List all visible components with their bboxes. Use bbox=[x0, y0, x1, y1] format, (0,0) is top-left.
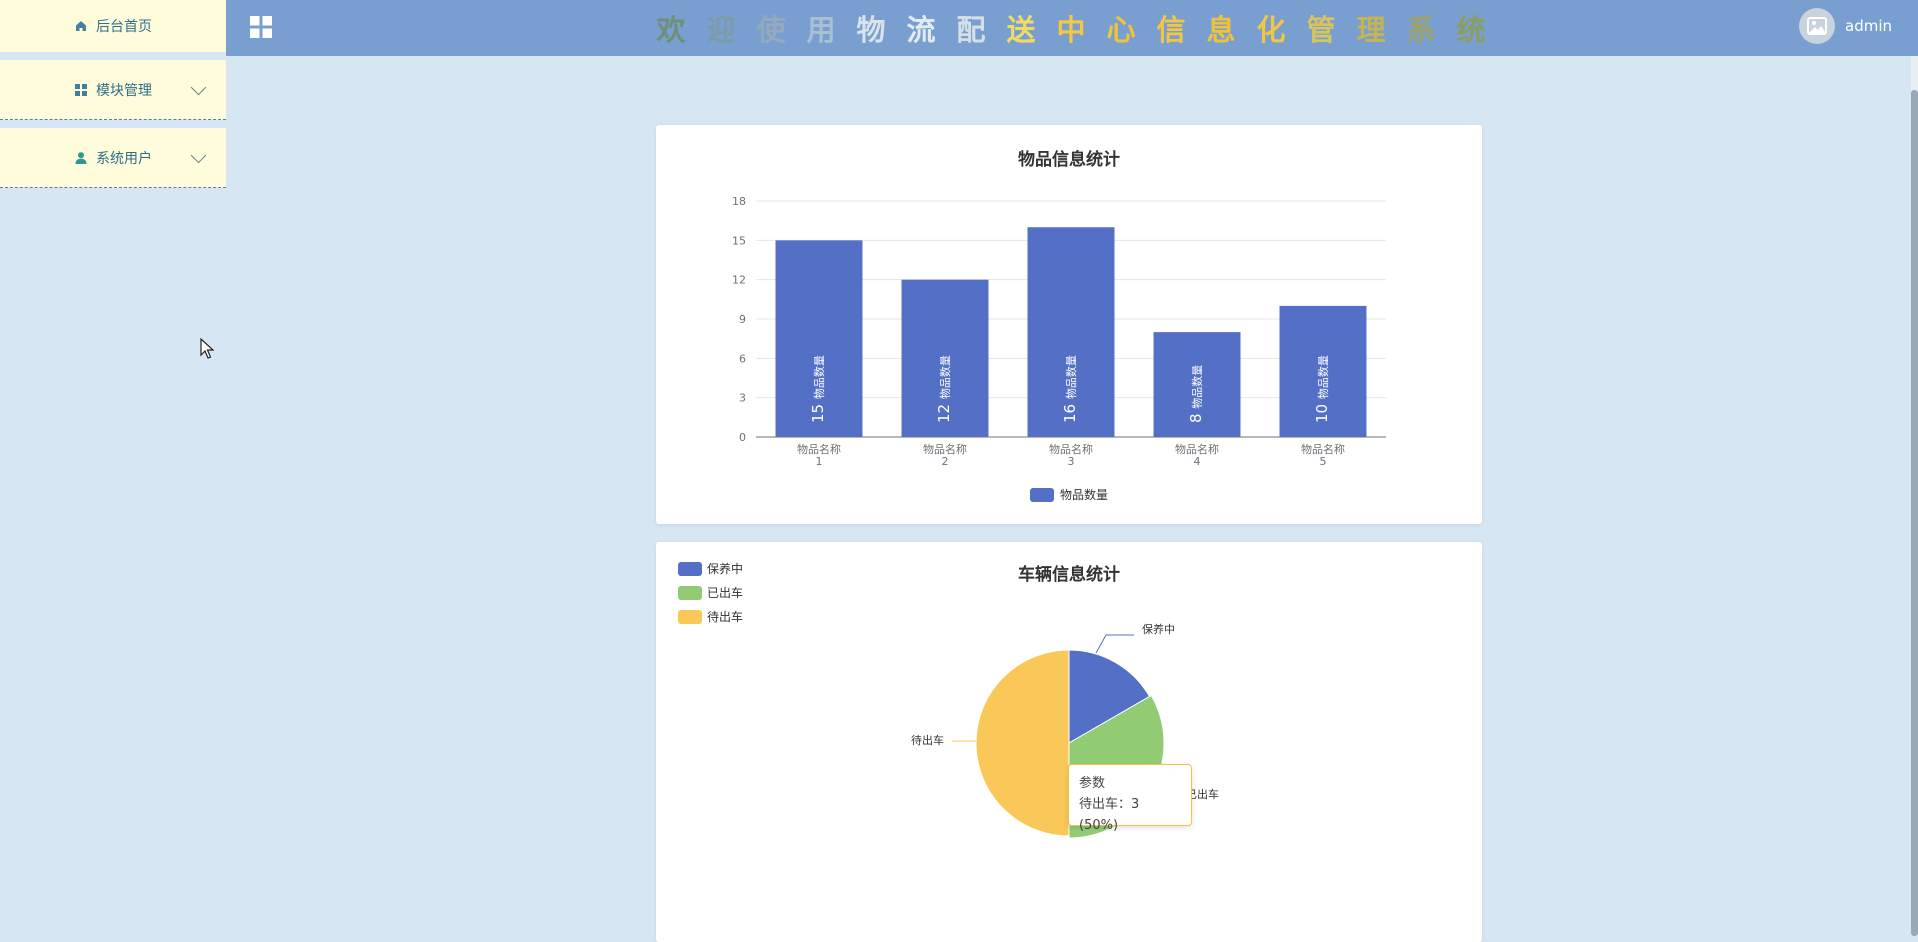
title-char: 理 bbox=[1356, 13, 1386, 47]
title-char: 迎 bbox=[706, 13, 736, 47]
sidebar-item-label: 系统用户 bbox=[96, 150, 152, 167]
title-char: 送 bbox=[1006, 13, 1036, 47]
y-tick-label: 0 bbox=[739, 431, 746, 444]
avatar[interactable] bbox=[1799, 8, 1835, 44]
title-char: 系 bbox=[1406, 13, 1436, 47]
legend-swatch bbox=[678, 610, 702, 624]
chevron-down-icon bbox=[190, 79, 207, 95]
pie-chart-card: 车辆信息统计 保养中 已出车 待出车 保养中 已出车 待出车 bbox=[656, 542, 1482, 942]
sidebar-item-module-management[interactable]: 模块管理 bbox=[0, 60, 226, 120]
x-tick-label: 物品名称 2 bbox=[923, 442, 967, 468]
title-char: 流 bbox=[906, 13, 936, 47]
tooltip-title: 参数 bbox=[1079, 776, 1106, 791]
sidebar-item-home[interactable]: 后台首页 bbox=[0, 0, 226, 52]
title-char: 心 bbox=[1106, 13, 1136, 47]
y-tick-label: 3 bbox=[739, 392, 746, 405]
chevron-down-icon bbox=[190, 147, 207, 163]
bar-chart: 036912151815 物品数量物品名称 112 物品数量物品名称 216 物品数… bbox=[732, 195, 1386, 502]
x-tick-label: 物品名称 4 bbox=[1175, 442, 1219, 468]
top-header: 欢迎使用物流配送中心信息化管理系统 admin bbox=[226, 0, 1918, 56]
legend-swatch bbox=[678, 586, 702, 600]
user-menu[interactable]: admin bbox=[1799, 8, 1892, 44]
mouse-cursor-icon bbox=[200, 338, 215, 359]
y-tick-label: 12 bbox=[732, 274, 746, 287]
user-icon bbox=[75, 151, 87, 164]
y-tick-label: 9 bbox=[739, 313, 746, 326]
bar-chart-card: 物品信息统计 0 3 6 9 12 15 18 15 物品数量 物品名称 1 12 物品数量 物品名称… bbox=[656, 125, 1482, 524]
pie-label-line bbox=[1095, 634, 1134, 654]
chart-tooltip: 参数 待出车：3 (50%) bbox=[1068, 764, 1192, 833]
title-char: 物 bbox=[856, 13, 886, 47]
home-icon bbox=[76, 21, 86, 31]
title-char: 使 bbox=[756, 13, 786, 47]
pie-slice-label: 待出车 bbox=[911, 733, 944, 747]
scrollbar-thumb[interactable] bbox=[1911, 90, 1918, 936]
tooltip-text: 待出车：3 (50%) bbox=[1079, 797, 1140, 833]
x-tick-label: 物品名称 1 bbox=[797, 442, 841, 468]
pie-slice bbox=[975, 649, 1070, 837]
title-char: 管 bbox=[1306, 13, 1336, 47]
legend-label: 已出车 bbox=[707, 585, 743, 600]
page-title: 欢迎使用物流配送中心信息化管理系统 bbox=[646, 6, 1496, 50]
title-char: 用 bbox=[806, 13, 836, 47]
pie-slice-label: 保养中 bbox=[1142, 622, 1175, 636]
legend-swatch bbox=[1030, 488, 1054, 502]
title-char: 配 bbox=[956, 13, 986, 47]
x-tick-label: 物品名称 3 bbox=[1049, 442, 1093, 468]
menu-toggle-icon[interactable] bbox=[249, 15, 273, 39]
image-icon bbox=[1807, 17, 1827, 35]
pie-chart: 保养中已出车待出车保养中已出车待出车 bbox=[678, 561, 1219, 839]
sidebar-item-label: 模块管理 bbox=[96, 82, 152, 99]
sidebar-item-label: 后台首页 bbox=[96, 19, 152, 35]
title-char: 化 bbox=[1256, 13, 1286, 47]
y-tick-label: 15 bbox=[732, 234, 746, 247]
legend-label: 保养中 bbox=[707, 561, 743, 576]
sidebar-item-system-users[interactable]: 系统用户 bbox=[0, 128, 226, 188]
title-char: 息 bbox=[1206, 13, 1236, 47]
y-tick-label: 18 bbox=[732, 195, 746, 208]
x-tick-label: 物品名称 5 bbox=[1301, 442, 1345, 468]
title-char: 欢 bbox=[656, 13, 686, 47]
user-name: admin bbox=[1845, 17, 1892, 35]
title-char: 信 bbox=[1156, 13, 1186, 47]
sidebar: 后台首页 模块管理 系统用户 bbox=[0, 0, 226, 188]
title-char: 中 bbox=[1056, 13, 1086, 47]
legend-label: 待出车 bbox=[707, 609, 743, 624]
title-char: 统 bbox=[1456, 13, 1486, 47]
y-tick-label: 6 bbox=[739, 352, 746, 365]
legend-label: 物品数量 bbox=[1060, 487, 1108, 502]
grid-icon bbox=[75, 83, 87, 96]
legend-swatch bbox=[678, 562, 702, 576]
